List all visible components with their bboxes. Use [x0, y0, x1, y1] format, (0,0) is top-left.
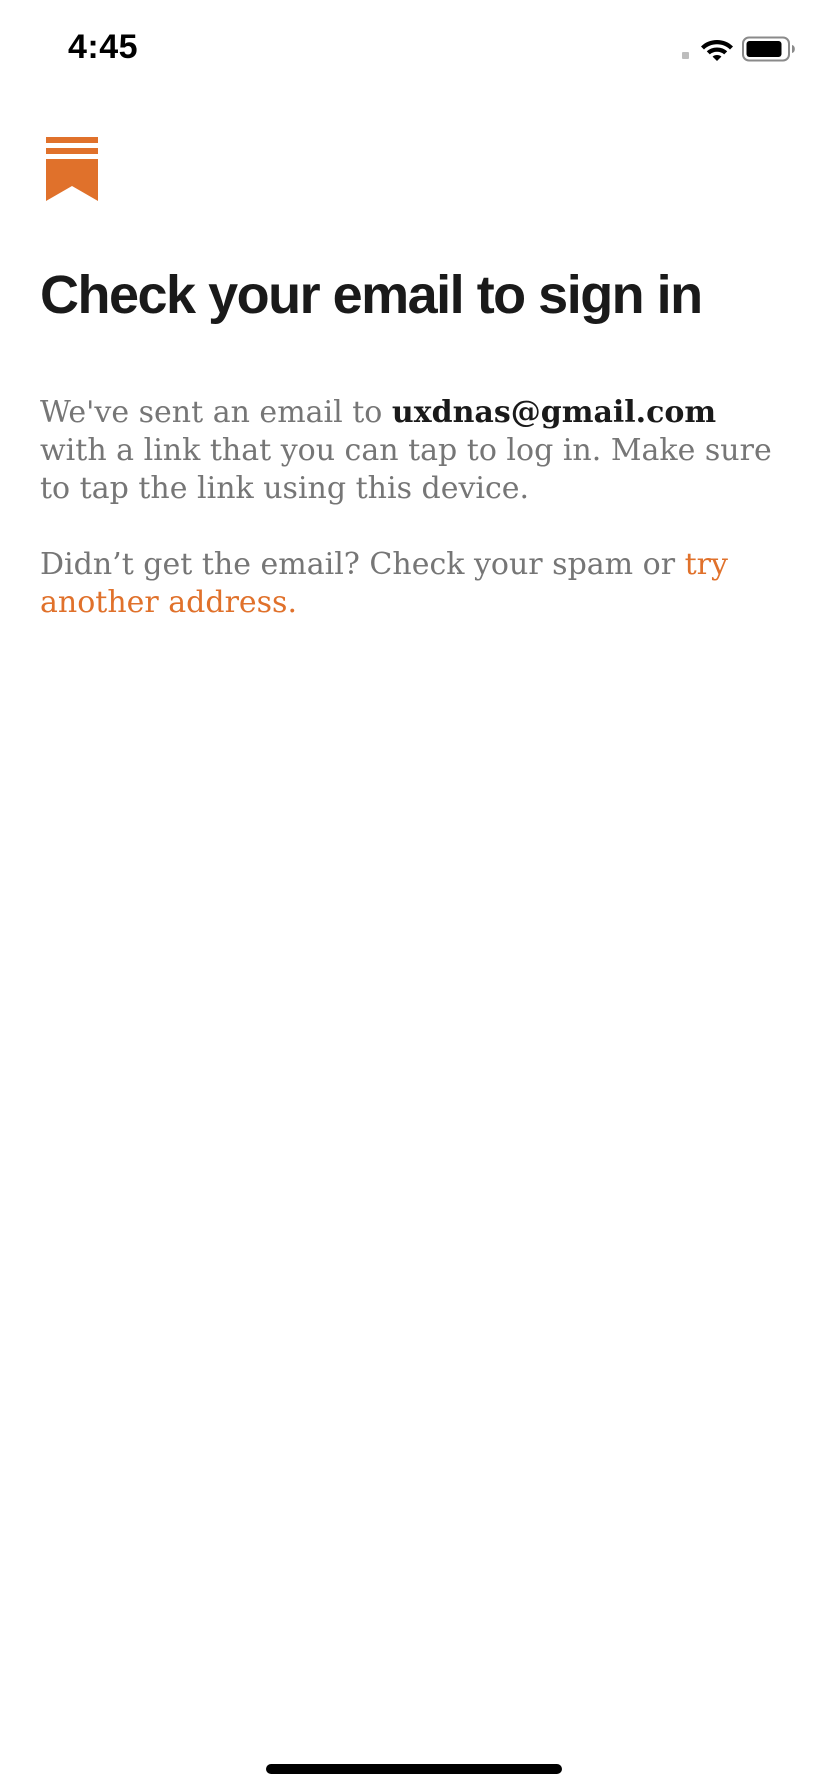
help-text: Didn’t get the email? Check your spam or… [40, 546, 790, 622]
email-address: uxdnas@gmail.com [391, 395, 717, 430]
status-bar: 4:45 [0, 0, 828, 100]
instructions-text-start: We've sent an email to [40, 395, 392, 430]
battery-icon [742, 36, 795, 62]
bookmark-logo-icon [46, 137, 98, 201]
instructions-text: We've sent an email to uxdnas@gmail.com … [40, 394, 790, 508]
page-title: Check your email to sign in [40, 265, 703, 325]
wifi-icon [701, 40, 733, 61]
signal-icon [682, 52, 689, 59]
instructions-text-end: with a link that you can tap to log in. … [40, 433, 772, 506]
home-indicator[interactable] [266, 1764, 562, 1774]
status-time: 4:45 [68, 28, 139, 66]
help-text-start: Didn’t get the email? Check your spam or [40, 547, 685, 582]
